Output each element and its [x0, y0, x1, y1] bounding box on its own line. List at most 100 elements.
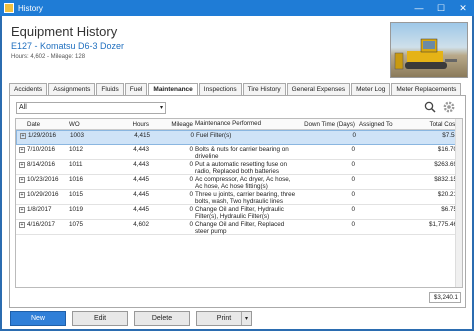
- tab-assignments[interactable]: Assignments: [48, 83, 96, 95]
- cell-wo: 1003: [70, 132, 85, 139]
- cell-downtime: 0: [351, 221, 355, 228]
- cell-hours: 4,445: [133, 191, 149, 198]
- tab-meter-log[interactable]: Meter Log: [351, 83, 391, 95]
- cell-wo: 1015: [69, 191, 84, 198]
- expand-cell: +: [16, 206, 26, 213]
- cell-wo: 1075: [69, 221, 84, 228]
- table-row[interactable]: +1/8/2017 1019 4,445 0 Change Oil and Filter…: [16, 205, 462, 220]
- cell-wo: 1012: [69, 146, 84, 153]
- expand-icon[interactable]: +: [19, 162, 25, 168]
- chevron-down-icon: ▾: [159, 105, 163, 111]
- tab-meter-replacements[interactable]: Meter Replacements: [391, 83, 462, 95]
- table-row[interactable]: +1/29/2016 1003 4,415 0 Fuel Filter(s) 0 $7.58: [16, 130, 462, 145]
- col-wo[interactable]: WO: [68, 121, 110, 128]
- tab-general-expenses[interactable]: General Expenses: [286, 83, 351, 95]
- expand-icon[interactable]: +: [19, 207, 25, 213]
- tab-fluids[interactable]: Fluids: [96, 83, 124, 95]
- expand-icon[interactable]: +: [19, 192, 25, 198]
- cell-wo: 1019: [69, 206, 84, 213]
- cell-downtime: 0: [351, 146, 355, 153]
- button-bar: New Edit Delete Print ▾: [2, 309, 472, 329]
- cell-date: 10/23/2016: [27, 176, 59, 183]
- search-icon[interactable]: [424, 101, 436, 113]
- cell-mileage: 0: [189, 206, 193, 213]
- cell-wo: 1011: [69, 161, 83, 168]
- cell-total-cost: $7.58: [442, 132, 458, 139]
- edit-button[interactable]: Edit: [72, 311, 128, 326]
- tab-fuel[interactable]: Fuel: [124, 83, 148, 95]
- vertical-scrollbar[interactable]: [455, 119, 462, 287]
- col-mileage[interactable]: Mileage: [150, 121, 194, 128]
- equipment-link[interactable]: E127 - Komatsu D6-3 Dozer: [11, 41, 124, 51]
- close-button[interactable]: ✕: [452, 0, 474, 16]
- expand-icon[interactable]: +: [20, 133, 26, 139]
- col-date[interactable]: Date: [26, 121, 68, 128]
- tab-accidents[interactable]: Accidents: [9, 83, 48, 95]
- cell-maintenance: Change Oil and Filter, Hydraulic Filter(…: [195, 206, 284, 221]
- tab-inspections[interactable]: Inspections: [198, 83, 242, 95]
- col-maintenance[interactable]: Maintenance Performed: [194, 120, 298, 127]
- new-button[interactable]: New: [10, 311, 66, 326]
- cell-maintenance: Change Oil and Filter, Replaced steer pu…: [195, 221, 285, 236]
- cell-mileage: 0: [189, 191, 193, 198]
- col-hours[interactable]: Hours: [110, 121, 150, 128]
- cell-maintenance: Put a automatic resetting fuse on radio,…: [195, 161, 288, 176]
- cell-date: 10/29/2016: [27, 191, 59, 198]
- cell-mileage: 0: [189, 176, 193, 183]
- cell-downtime: 0: [351, 206, 355, 213]
- cell-maintenance: Fuel Filter(s): [196, 132, 232, 139]
- cell-hours: 4,443: [133, 161, 149, 168]
- col-assigned[interactable]: Assigned To: [356, 121, 408, 128]
- cell-date: 7/10/2016: [27, 146, 56, 153]
- table-row[interactable]: +7/10/2016 1012 4,443 0 Bolts & nuts for car…: [16, 145, 462, 160]
- table-row[interactable]: +10/29/2016 1015 4,445 0 Three u joints, car…: [16, 190, 462, 205]
- cell-hours: 4,445: [133, 206, 149, 213]
- cell-date: 8/14/2016: [27, 161, 56, 168]
- cell-hours: 4,415: [134, 132, 150, 139]
- cell-date: 4/16/2017: [27, 221, 56, 228]
- cell-hours: 4,602: [133, 221, 149, 228]
- tab-tire-history[interactable]: Tire History: [242, 83, 286, 95]
- table-row[interactable]: +8/14/2016 1011 4,443 0 Put a automatic rese…: [16, 160, 462, 175]
- table-row[interactable]: +10/23/2016 1016 4,445 0 Ac compressor, Ac d…: [16, 175, 462, 190]
- tab-strip: Accidents Assignments Fluids Fuel Mainte…: [9, 83, 462, 96]
- cell-hours: 4,445: [133, 176, 149, 183]
- col-downtime[interactable]: Down Time (Days): [298, 121, 356, 128]
- print-button[interactable]: Print ▾: [196, 311, 252, 326]
- expand-cell: +: [16, 146, 26, 153]
- cell-mileage: 0: [189, 146, 193, 153]
- expand-cell: +: [16, 161, 26, 168]
- expand-icon[interactable]: +: [19, 147, 25, 153]
- cell-downtime: 0: [352, 132, 356, 139]
- cell-total-cost: $263.69: [434, 161, 457, 168]
- expand-cell: +: [16, 176, 26, 183]
- gear-icon[interactable]: [442, 100, 456, 114]
- col-total-cost[interactable]: Total Cost: [408, 121, 458, 128]
- cell-wo: 1016: [69, 176, 84, 183]
- cell-total-cost: $1,775.46: [428, 221, 457, 228]
- cell-date: 1/8/2017: [27, 206, 52, 213]
- dozer-photo: [390, 22, 468, 78]
- title-bar: History — ☐ ✕: [0, 0, 474, 16]
- cell-hours: 4,443: [133, 146, 149, 153]
- maximize-button[interactable]: ☐: [430, 0, 452, 16]
- cell-total-cost: $832.15: [434, 176, 457, 183]
- history-window: Equipment History E127 - Komatsu D6-3 Do…: [2, 16, 472, 329]
- expand-cell: +: [17, 132, 27, 139]
- page-title: Equipment History: [11, 24, 118, 39]
- total-cost-summary: $3,240.1: [429, 292, 461, 303]
- chevron-down-icon[interactable]: ▾: [241, 312, 251, 325]
- cell-mileage: 0: [189, 161, 193, 168]
- cell-downtime: 0: [351, 161, 355, 168]
- maintenance-table: Date WO Hours Mileage Maintenance Perfor…: [15, 118, 463, 288]
- expand-icon[interactable]: +: [19, 222, 25, 228]
- cell-total-cost: $6.75: [441, 206, 457, 213]
- cell-mileage: 0: [190, 132, 194, 139]
- maintenance-panel: All ▾ Date WO Hours Mileage Maintenance …: [9, 95, 466, 308]
- expand-icon[interactable]: +: [19, 177, 25, 183]
- minimize-button[interactable]: —: [408, 0, 430, 16]
- filter-dropdown[interactable]: All ▾: [16, 102, 166, 114]
- delete-button[interactable]: Delete: [134, 311, 190, 326]
- equipment-meta: Hours: 4,602 - Mileage: 128: [11, 54, 86, 60]
- table-row[interactable]: +4/16/2017 1075 4,602 0 Change Oil and Filte…: [16, 220, 462, 235]
